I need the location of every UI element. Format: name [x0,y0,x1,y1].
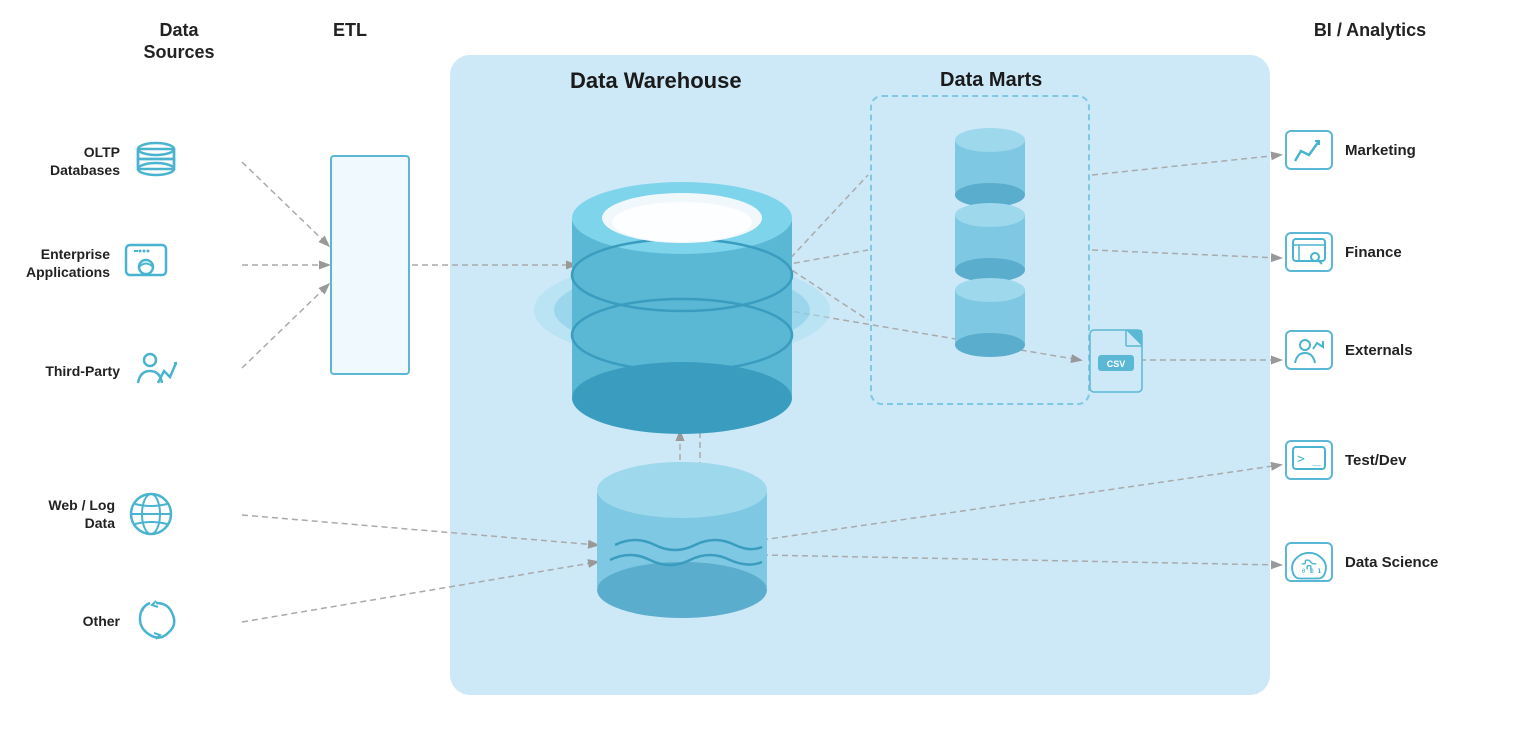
thirdparty-icon [130,345,182,397]
diagram-container: Data Sources ETL BI / Analytics Data War… [0,0,1536,730]
externals-label: Externals [1345,342,1413,359]
data-sources-label: Data Sources [104,20,254,63]
source-other-label: Other [30,612,120,630]
bi-externals: Externals [1285,330,1413,370]
source-thirdparty-label: Third-Party [30,362,120,380]
etl-box [330,155,410,375]
data-lake-label: Data Lake [620,590,740,614]
marketing-icon [1285,130,1333,170]
testdev-icon: > _ [1285,440,1333,480]
weblog-icon [125,488,177,540]
source-weblog-label: Web / LogData [25,496,115,532]
source-oltp: OLTPDatabases [30,135,182,187]
bi-marketing: Marketing [1285,130,1416,170]
bi-testdev: > _ Test/Dev [1285,440,1406,480]
finance-icon [1285,232,1333,272]
svg-text:0 1: 0 1 [1310,567,1322,575]
oltp-database-icon [130,135,182,187]
source-enterprise-label: EnterpriseApplications [20,245,110,281]
bi-finance: Finance [1285,232,1402,272]
data-marts-label: Data Marts [940,68,1042,92]
data-warehouse-label: Data Warehouse [570,68,742,94]
source-weblog: Web / LogData [25,488,177,540]
svg-text:> _: > _ [1297,452,1321,467]
bi-analytics-label: BI / Analytics [1270,20,1470,42]
source-enterprise: EnterpriseApplications [20,237,172,289]
bi-datascience: 0 1 1 0 1 Data Science [1285,542,1438,582]
source-thirdparty: Third-Party [30,345,182,397]
datascience-label: Data Science [1345,554,1438,571]
externals-icon [1285,330,1333,370]
main-background [450,55,1270,695]
enterprise-app-icon [120,237,172,289]
testdev-label: Test/Dev [1345,452,1406,469]
source-oltp-label: OLTPDatabases [30,143,120,179]
finance-label: Finance [1345,244,1402,261]
source-other: Other [30,595,182,647]
other-icon [130,595,182,647]
data-marts-box [870,95,1090,405]
etl-label: ETL [310,20,390,42]
datascience-icon: 0 1 1 0 1 [1285,542,1333,582]
marketing-label: Marketing [1345,142,1416,159]
